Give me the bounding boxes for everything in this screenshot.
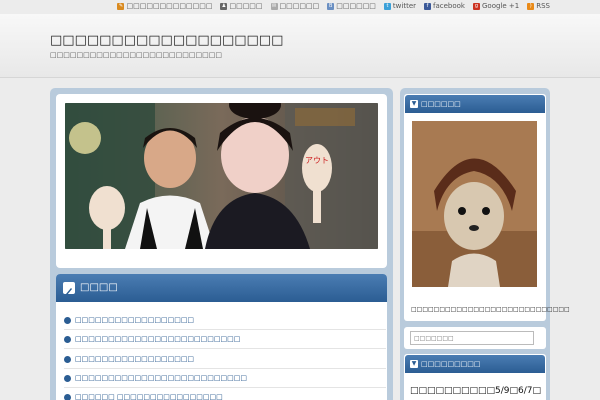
site-header: □□□□□□□□□□□□□□□□□□□ □□□□□□□□□□□□□□□□□□□□… <box>0 14 600 78</box>
entries-title: □□□□ <box>80 282 118 293</box>
profile-image <box>412 121 537 287</box>
recent-headline[interactable]: □□□□□□□□□□5/9□6/7□ <box>410 386 541 396</box>
edit-icon: ✎ <box>117 2 125 10</box>
facebook-icon: f <box>424 2 432 10</box>
twitter-icon: t <box>383 2 391 10</box>
list-item[interactable]: □□□□□□□□□□□□□□□□□□□□□□□□□□ <box>64 369 386 388</box>
mail-icon: ✉ <box>270 2 278 10</box>
search-input[interactable] <box>410 331 534 345</box>
list-item[interactable]: □□□□□□□□□□□□□□□□□□ <box>64 350 386 369</box>
toplink-google-plus[interactable]: g Google +1 <box>473 2 519 10</box>
toplink-facebook[interactable]: f facebook <box>424 2 465 10</box>
chevron-down-icon: ▼ <box>410 100 418 108</box>
hero-image[interactable]: アウト <box>65 103 378 249</box>
site-description: □□□□□□□□□□□□□□□□□□□□□□□□□□ <box>50 51 222 59</box>
toplink-3[interactable]: B □□□□□□ <box>327 2 376 10</box>
list-item[interactable]: □□□□□□ □□□□□□□□□□□□□□□□ <box>64 388 386 400</box>
toplink-2[interactable]: ✉ □□□□□□ <box>270 2 319 10</box>
google-plus-icon: g <box>473 2 480 10</box>
person-icon: ♟ <box>220 2 228 10</box>
bullet-icon <box>64 375 71 382</box>
chevron-down-icon: ▼ <box>410 360 418 368</box>
bookmark-icon: B <box>327 2 335 10</box>
rss-icon: ) <box>527 2 535 10</box>
dog-photo <box>412 121 537 287</box>
bullet-icon <box>64 317 71 324</box>
profile-widget-title: □□□□□□ <box>421 100 461 108</box>
top-bar: ✎ □□□□□□□□□□□□□ ♟ □□□□□ ✉ □□□□□□ B □□□□□□ tt… <box>0 0 600 14</box>
hero-photo: アウト <box>65 103 378 249</box>
list-item[interactable]: □□□□□□□□□□□□□□□□□□ <box>64 311 386 330</box>
bullet-icon <box>64 394 71 400</box>
profile-caption: □□□□□□□□□□□□□□□□□□□□□□□□□□□□ <box>411 306 570 313</box>
toplink-twitter[interactable]: t twitter <box>383 2 416 10</box>
sign-text: アウト <box>305 156 329 165</box>
recent-widget-title: □□□□□□□□□ <box>421 360 481 368</box>
list-item[interactable]: □□□□□□□□□□□□□□□□□□□□□□□□□ <box>64 330 386 349</box>
toplink-1[interactable]: ♟ □□□□□ <box>220 2 263 10</box>
bullet-icon <box>64 336 71 343</box>
site-title[interactable]: □□□□□□□□□□□□□□□□□□□ <box>50 33 283 48</box>
bullet-icon <box>64 356 71 363</box>
top-links: ✎ □□□□□□□□□□□□□ ♟ □□□□□ ✉ □□□□□□ B □□□□□□ tt… <box>117 2 550 10</box>
toplink-rss[interactable]: ) RSS <box>527 2 550 10</box>
toplink-0[interactable]: ✎ □□□□□□□□□□□□□ <box>117 2 212 10</box>
pencil-icon <box>63 282 75 295</box>
